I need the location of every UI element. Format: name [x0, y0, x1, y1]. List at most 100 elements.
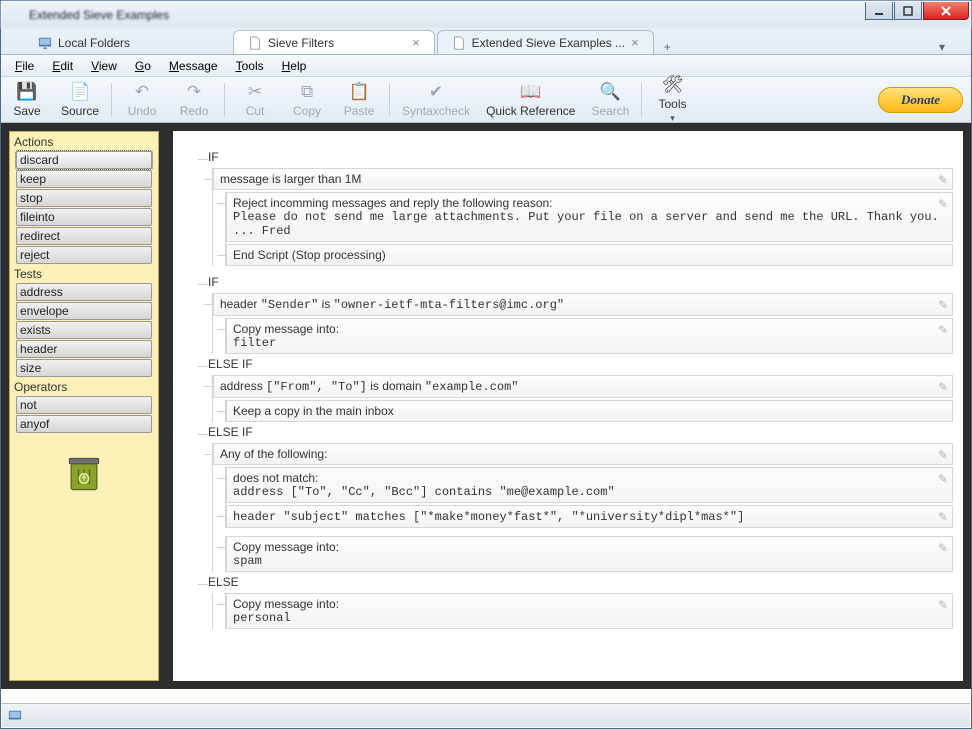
tab-sieve-filters[interactable]: Sieve Filters ×: [233, 30, 435, 54]
action-row[interactable]: Copy message into: personal ✎: [226, 593, 953, 629]
menu-file[interactable]: File: [7, 57, 42, 75]
edit-icon[interactable]: ✎: [938, 380, 948, 394]
close-icon[interactable]: ×: [631, 35, 639, 50]
sidebar-item-fileinto[interactable]: fileinto: [16, 208, 152, 226]
menu-message[interactable]: Message: [161, 57, 226, 75]
sidebar-item-envelope[interactable]: envelope: [16, 302, 152, 320]
tab-local-folders[interactable]: Local Folders: [23, 30, 145, 54]
menu-tools[interactable]: Tools: [228, 57, 272, 75]
sidebar-item-anyof[interactable]: anyof: [16, 415, 152, 433]
action-row[interactable]: Reject incomming messages and reply the …: [226, 192, 953, 242]
undo-button[interactable]: ↶Undo: [124, 82, 160, 118]
cut-icon: ✂: [245, 82, 265, 102]
monitor-icon: [38, 36, 52, 50]
tab-extended-examples[interactable]: Extended Sieve Examples ... ×: [437, 30, 654, 54]
redo-button[interactable]: ↷Redo: [176, 82, 212, 118]
edit-icon[interactable]: ✎: [938, 510, 948, 524]
check-icon: ✔: [426, 82, 446, 102]
minimize-button[interactable]: [865, 2, 893, 20]
sidebar-item-redirect[interactable]: redirect: [16, 227, 152, 245]
tab-label: Sieve Filters: [268, 36, 334, 50]
if-keyword: IF: [208, 274, 953, 291]
window-title: Extended Sieve Examples: [29, 8, 169, 22]
edit-icon[interactable]: ✎: [938, 472, 948, 486]
close-button[interactable]: [923, 2, 969, 20]
syntaxcheck-button[interactable]: ✔Syntaxcheck: [402, 82, 470, 118]
sub-condition-row[interactable]: header "subject" matches ["*make*money*f…: [226, 505, 953, 528]
sidebar-item-not[interactable]: not: [16, 396, 152, 414]
sidebar-item-exists[interactable]: exists: [16, 321, 152, 339]
menu-view[interactable]: View: [83, 57, 125, 75]
tools-icon: 🛠: [662, 75, 682, 95]
action-row[interactable]: Copy message into: filter ✎: [226, 318, 953, 354]
sidebar-item-stop[interactable]: stop: [16, 189, 152, 207]
file-icon: [248, 36, 262, 50]
menu-edit[interactable]: Edit: [44, 57, 81, 75]
book-icon: 📖: [521, 82, 541, 102]
edit-icon[interactable]: ✎: [938, 598, 948, 612]
edit-icon[interactable]: ✎: [938, 323, 948, 337]
condition-row[interactable]: message is larger than 1M✎: [213, 168, 953, 190]
new-tab-button[interactable]: +: [664, 40, 671, 54]
sidebar-item-size[interactable]: size: [16, 359, 152, 377]
action-row[interactable]: Keep a copy in the main inbox: [226, 400, 953, 422]
elseif-keyword: ELSE IF: [208, 424, 953, 441]
trash-icon: [62, 451, 106, 495]
tab-label: Local Folders: [58, 36, 130, 50]
redo-icon: ↷: [184, 82, 204, 102]
paste-button[interactable]: 📋Paste: [341, 82, 377, 118]
trash-drop-zone[interactable]: [12, 451, 156, 498]
edit-icon[interactable]: ✎: [938, 173, 948, 187]
sidebar-cat-tests: Tests: [12, 265, 156, 282]
paste-icon: 📋: [349, 82, 369, 102]
copy-button[interactable]: ⧉Copy: [289, 82, 325, 118]
sidebar-item-header[interactable]: header: [16, 340, 152, 358]
edit-icon[interactable]: ✎: [938, 298, 948, 312]
search-icon: 🔍: [600, 82, 620, 102]
cut-button[interactable]: ✂Cut: [237, 82, 273, 118]
action-row[interactable]: Copy message into: spam ✎: [226, 536, 953, 572]
condition-row[interactable]: Any of the following:✎: [213, 443, 953, 465]
tab-strip: Local Folders Sieve Filters × Extended S…: [1, 29, 971, 55]
source-button[interactable]: 📄Source: [61, 82, 99, 118]
sidebar-item-discard[interactable]: discard: [16, 151, 152, 169]
menu-go[interactable]: Go: [127, 57, 159, 75]
copy-icon: ⧉: [297, 82, 317, 102]
sub-condition-row[interactable]: does not match: address ["To", "Cc", "Bc…: [226, 467, 953, 503]
condition-row[interactable]: header "Sender" is "owner-ietf-mta-filte…: [213, 293, 953, 316]
donate-button[interactable]: Donate: [878, 87, 963, 113]
if-keyword: IF: [208, 149, 953, 166]
monitor-icon: [8, 709, 22, 723]
save-button[interactable]: 💾Save: [9, 82, 45, 118]
maximize-button[interactable]: [894, 2, 922, 20]
file-icon: [452, 36, 466, 50]
script-editor[interactable]: IF message is larger than 1M✎ Reject inc…: [173, 131, 963, 681]
menu-bar: File Edit View Go Message Tools Help: [1, 55, 971, 77]
save-icon: 💾: [17, 82, 37, 102]
tab-label: Extended Sieve Examples ...: [472, 36, 625, 50]
toolbar: 💾Save 📄Source ↶Undo ↷Redo ✂Cut ⧉Copy 📋Pa…: [1, 77, 971, 123]
sidebar-item-keep[interactable]: keep: [16, 170, 152, 188]
else-keyword: ELSE: [208, 574, 953, 591]
sidebar-item-reject[interactable]: reject: [16, 246, 152, 264]
status-bar: [2, 703, 970, 727]
quickref-button[interactable]: 📖Quick Reference: [486, 82, 575, 118]
menu-help[interactable]: Help: [274, 57, 315, 75]
title-bar: Extended Sieve Examples: [1, 1, 971, 29]
edit-icon[interactable]: ✎: [938, 448, 948, 462]
elseif-keyword: ELSE IF: [208, 356, 953, 373]
sidebar: Actions discard keep stop fileinto redir…: [9, 131, 159, 681]
undo-icon: ↶: [132, 82, 152, 102]
tab-dropdown-button[interactable]: ▾: [939, 40, 945, 54]
sidebar-cat-actions: Actions: [12, 133, 156, 150]
source-icon: 📄: [70, 82, 90, 102]
condition-row[interactable]: address ["From", "To"] is domain "exampl…: [213, 375, 953, 398]
edit-icon[interactable]: ✎: [938, 197, 948, 211]
edit-icon[interactable]: ✎: [938, 541, 948, 555]
close-icon[interactable]: ×: [412, 35, 420, 50]
sidebar-cat-operators: Operators: [12, 378, 156, 395]
search-button[interactable]: 🔍Search: [591, 82, 629, 118]
action-row[interactable]: End Script (Stop processing): [226, 244, 953, 266]
sidebar-item-address[interactable]: address: [16, 283, 152, 301]
tools-menu-button[interactable]: 🛠Tools▾: [654, 75, 690, 124]
